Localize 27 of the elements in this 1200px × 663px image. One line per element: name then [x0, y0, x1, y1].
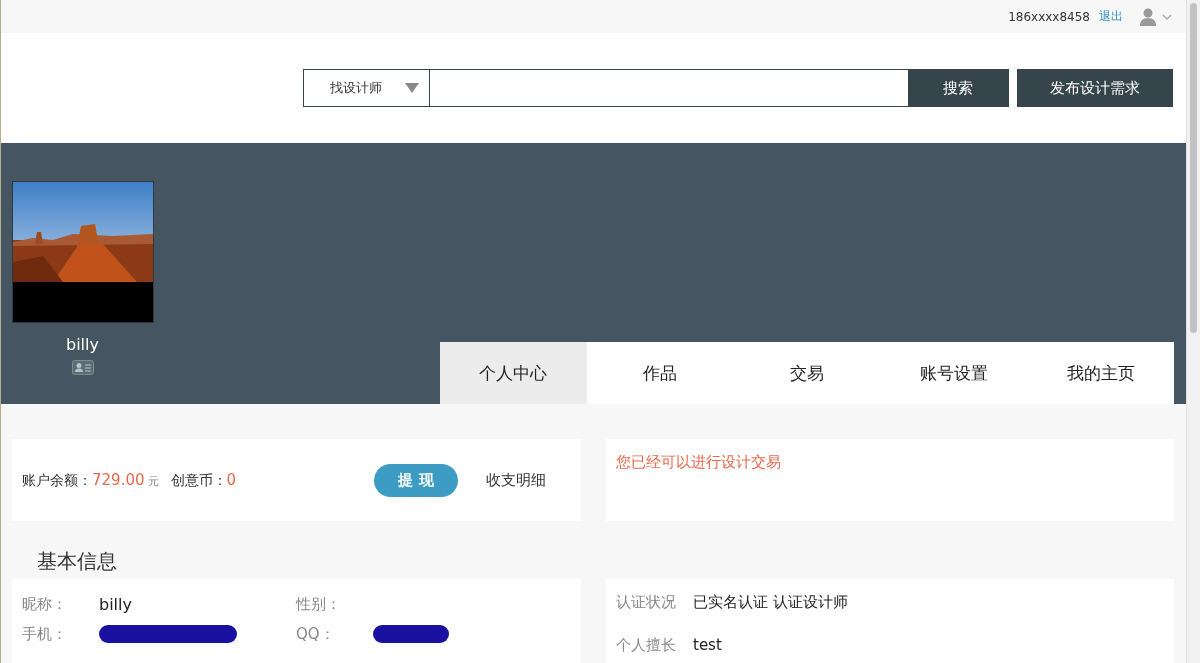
field-label: QQ： [296, 624, 336, 644]
field-value: 已实名认证 认证设计师 [693, 592, 848, 612]
publish-request-button[interactable]: 发布设计需求 [1017, 69, 1173, 107]
nav-tab[interactable]: 个人中心 [440, 342, 587, 404]
logout-link[interactable]: 退出 [1099, 8, 1123, 25]
currency-unit: 元 [147, 473, 159, 489]
phone-number: 186xxxx8458 [1008, 9, 1090, 24]
field-value: test [693, 636, 722, 654]
balance-label: 账户余额： [22, 471, 92, 490]
user-name: billy [66, 335, 99, 354]
nav-tab[interactable]: 我的主页 [1027, 342, 1174, 404]
field-label: 手机： [22, 624, 68, 644]
field-label: 个人擅长 [616, 635, 677, 655]
notice-text: 您已经可以进行设计交易 [616, 453, 782, 472]
coins-label: 创意币： [170, 471, 227, 490]
field-label: 性别： [296, 594, 342, 614]
nav-tab[interactable]: 交易 [733, 342, 881, 404]
nav-tab[interactable]: 账号设置 [880, 342, 1028, 404]
field-label: 认证状况 [616, 592, 677, 612]
field-value: billy [99, 594, 132, 614]
section-title: 基本信息 [36, 548, 118, 575]
nav-tab[interactable]: 作品 [586, 342, 734, 404]
field-label: 昵称： [22, 594, 68, 614]
transaction-details-link[interactable]: 收支明细 [486, 470, 546, 490]
coins-amount: 0 [226, 470, 237, 489]
id-card-icon [71, 360, 94, 375]
balance-amount: 729.00 [92, 470, 145, 489]
